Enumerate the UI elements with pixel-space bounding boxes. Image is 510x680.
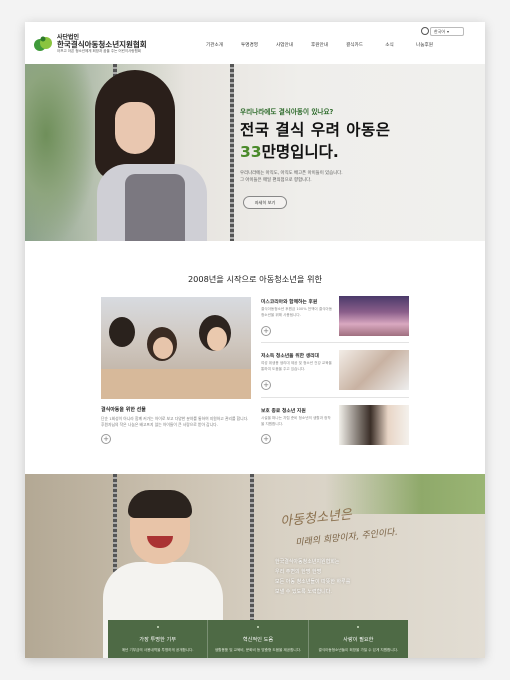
- feature-description: 생활용품 및 교육비, 문화비 등 맞춤형 도움을 제공합니다.: [214, 648, 302, 652]
- miss-korea-photo[interactable]: [339, 296, 409, 336]
- feature-title: 혁신적인 도움: [242, 637, 274, 643]
- swing-chain: [230, 64, 234, 241]
- hero-title-rest: 만명입니다.: [261, 143, 339, 161]
- feature-description: 결식아동청소년들이 희망을 가질 수 있게 지원합니다.: [318, 648, 399, 652]
- nav-item-donate[interactable]: 나눔후원: [407, 42, 442, 48]
- page: 사단법인 한국결식아동청소년지원협회 아프고 아픈 청소년에게 희망과 꿈을 주…: [25, 22, 485, 658]
- nav-item-meal-card[interactable]: 결식카드: [337, 42, 372, 48]
- org-tagline: 아프고 아픈 청소년에게 희망과 꿈을 주는 어린이사랑협회: [57, 49, 141, 53]
- feature-box[interactable]: 가장 투명한 기부 매년 기부금의 사용내역을 투명하게 공개합니다.: [108, 620, 209, 658]
- plus-icon[interactable]: +: [261, 380, 271, 390]
- girl-photo-face: [115, 102, 155, 154]
- item-description: 결식아동청소년 후원금 100% 전액이 결식아동청소년을 위해 사용됩니다.: [261, 307, 333, 317]
- hero-title-number: 33: [240, 143, 262, 161]
- hero-background-foliage: [25, 64, 95, 241]
- feature-boxes: 가장 투명한 기부 매년 기부금의 사용내역을 투명하게 공개합니다. 혁신적인…: [108, 620, 408, 658]
- youth-support-photo[interactable]: [339, 405, 409, 445]
- nav-item-business[interactable]: 사업안내: [267, 42, 302, 48]
- main-caption: 결식아동을 위한 선물: [101, 407, 146, 413]
- item-title: 저소득 청소년을 위한 생리대: [261, 354, 319, 359]
- classroom-photo[interactable]: [101, 297, 251, 399]
- dot-icon: [156, 626, 159, 628]
- calligraphy-line1: 아동청소년은: [279, 507, 353, 530]
- hero-description: 우리나라에는 아직도, 아직도 배고픈 아이들이 있습니다. 그 아이들은 매일…: [240, 170, 343, 184]
- nav-item-about[interactable]: 기관소개: [197, 42, 232, 48]
- language-select[interactable]: 한국어 ▾: [430, 27, 464, 36]
- bottom-message-line: 한국결식아동청소년지원협회는: [275, 559, 340, 565]
- feature-title: 가장 투명한 기부: [139, 637, 177, 643]
- feature-box[interactable]: 혁신적인 도움 생활용품 및 교육비, 문화비 등 맞춤형 도움을 제공합니다.: [208, 620, 309, 658]
- hygiene-photo[interactable]: [339, 350, 409, 390]
- bottom-banner: 아동청소년은 미래의 희망이자, 주인이다. 한국결식아동청소년지원협회는 우리…: [25, 474, 485, 658]
- chevron-down-icon: ▾: [447, 29, 450, 34]
- hero-banner: 우리나라에도 결식아동이 있나요? 전국 결식 우려 아동은 33만명입니다. …: [25, 64, 485, 241]
- feature-title: 사랑이 필요한: [343, 637, 374, 643]
- desk: [101, 369, 251, 399]
- plus-icon[interactable]: +: [261, 326, 271, 336]
- plus-icon[interactable]: +: [101, 434, 111, 444]
- hero-more-button[interactable]: 자세히 보기: [243, 196, 287, 209]
- bottom-message-line: 우리 주변의 한명 한명: [275, 569, 322, 575]
- main-description: 단순 1회성이 아니라 함께 커가는 아이로 보고 다양한 분야를 통하여 지원…: [101, 416, 249, 427]
- dot-icon: [357, 626, 360, 628]
- kid-figure: [153, 337, 173, 359]
- kid-figure: [207, 327, 227, 351]
- plus-icon[interactable]: +: [261, 434, 271, 444]
- dot-icon: [256, 626, 259, 628]
- divider: [261, 397, 409, 398]
- boy-photo-hair: [128, 490, 192, 518]
- calligraphy-line2: 미래의 희망이자, 주인이다.: [294, 527, 398, 549]
- section-title: 2008년을 시작으로 아동청소년을 위한: [187, 274, 323, 284]
- divider: [261, 342, 409, 343]
- feature-box[interactable]: 사랑이 필요한 결식아동청소년들이 희망을 가질 수 있게 지원합니다.: [309, 620, 408, 658]
- nav-item-transparency[interactable]: 투명경영: [232, 42, 267, 48]
- girl-photo-vest: [125, 174, 185, 241]
- kid-figure: [109, 317, 135, 347]
- feature-description: 매년 기부금의 사용내역을 투명하게 공개합니다.: [121, 648, 194, 652]
- hero-title-line2: 33만명입니다.: [240, 140, 339, 162]
- language-label: 한국어: [434, 28, 446, 34]
- swing-chain: [250, 474, 254, 624]
- main-nav: 기관소개 투명경영 사업안내 후원안내 결식카드 소식 나눔후원: [197, 42, 442, 48]
- item-description: 여성 위생용 생리대 제공 및 청소년 건강 교육을 통하여 도움을 주고 있습…: [261, 361, 332, 371]
- bottom-message-line: 모든 아동 청소년들이 따뜻한 하루를: [275, 579, 351, 585]
- hero-title-line1: 전국 결식 우려 아동은: [240, 121, 391, 139]
- logo-icon: [34, 36, 52, 51]
- nav-item-news[interactable]: 소식: [372, 42, 407, 48]
- header: 사단법인 한국결식아동청소년지원협회 아프고 아픈 청소년에게 희망과 꿈을 주…: [25, 22, 485, 64]
- bottom-message: 한국결식아동청소년지원협회는 우리 주변의 한명 한명 모든 아동 청소년들이 …: [275, 557, 350, 597]
- hero-desc-line2: 그 아이들은 매일 편의점으로 향합니다.: [240, 178, 312, 183]
- item-title: 미스코리아와 함께하는 후원: [261, 300, 318, 305]
- bottom-message-line: 보낼 수 있도록 노력합니다.: [275, 589, 332, 595]
- item-title: 보호 종료 청소년 지원: [261, 409, 306, 414]
- logo[interactable]: 사단법인 한국결식아동청소년지원협회 아프고 아픈 청소년에게 희망과 꿈을 주…: [33, 32, 163, 58]
- hero-subtitle: 우리나라에도 결식아동이 있나요?: [240, 108, 334, 116]
- globe-icon: [421, 27, 429, 35]
- hero-desc-line1: 우리나라에는 아직도, 아직도 배고픈 아이들이 있습니다.: [240, 171, 343, 176]
- item-description: 시설을 떠나는 자립 준비 청소년의 생활과 정착을 지원합니다.: [261, 416, 331, 426]
- nav-item-sponsor[interactable]: 후원안내: [302, 42, 337, 48]
